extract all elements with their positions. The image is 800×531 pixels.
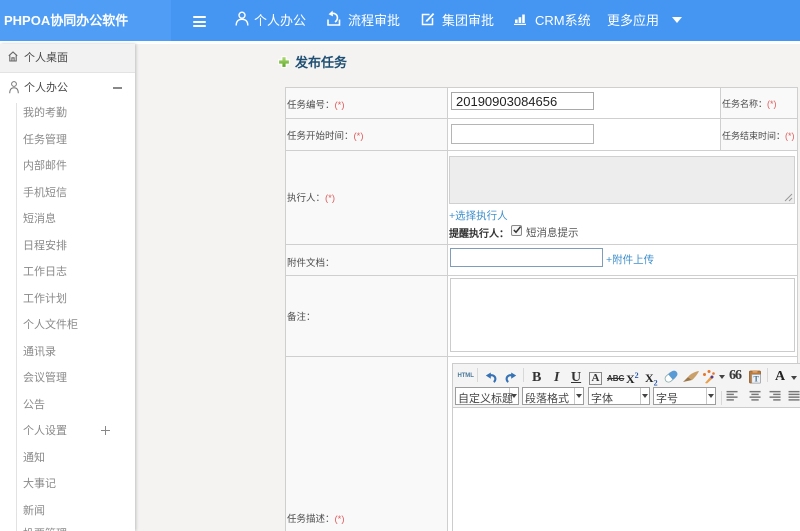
svg-text:T: T (754, 375, 760, 384)
